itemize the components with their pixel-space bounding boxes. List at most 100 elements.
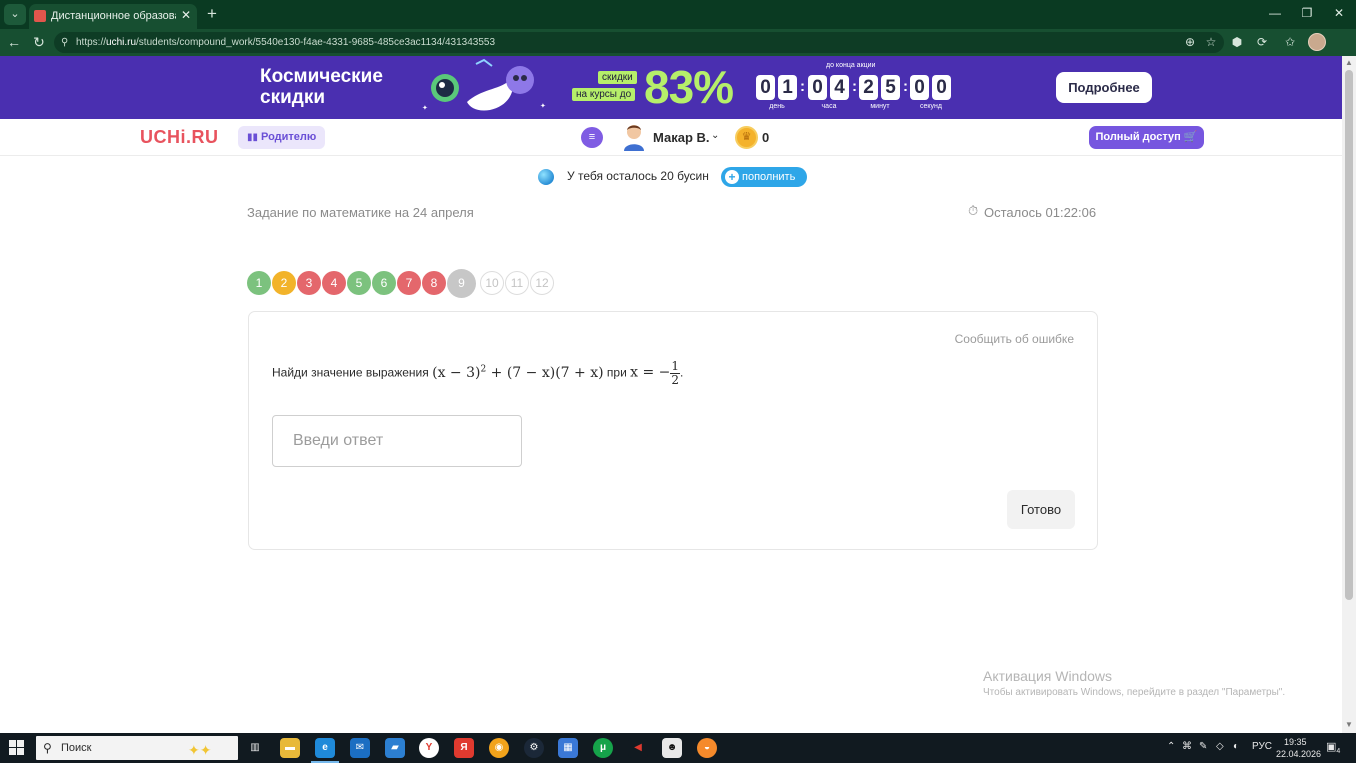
file-explorer-icon[interactable]: ▬ bbox=[280, 738, 300, 758]
collections-icon[interactable]: ⟳ bbox=[1254, 35, 1270, 49]
math-variable: x = − bbox=[630, 364, 671, 381]
tray-expand-icon[interactable]: ⌃ bbox=[1167, 741, 1175, 752]
user-name[interactable]: Макар В. bbox=[653, 130, 710, 145]
promo-tag-courses: на курсы до bbox=[572, 88, 636, 101]
question-number-button[interactable]: 10 bbox=[480, 271, 504, 295]
question-number-button[interactable]: 4 bbox=[322, 271, 346, 295]
promo-banner[interactable]: Космические скидки ✦ ✦ скидки на курсы д… bbox=[0, 56, 1342, 119]
clock-date[interactable]: 22.04.2026 bbox=[1276, 749, 1321, 759]
question-prefix: Найди значение выражения bbox=[272, 365, 429, 380]
uchi-logo[interactable]: UCHi.RU bbox=[140, 127, 219, 148]
svg-text:✦: ✦ bbox=[540, 102, 546, 110]
search-highlight-icon: ✦✦ bbox=[188, 742, 212, 758]
question-number-button[interactable]: 3 bbox=[297, 271, 321, 295]
clock-time[interactable]: 19:35 bbox=[1284, 737, 1307, 747]
yandex-browser-icon[interactable]: Y bbox=[419, 738, 439, 758]
done-button[interactable]: Готово bbox=[1007, 490, 1075, 529]
reload-icon[interactable]: ↻ bbox=[30, 34, 48, 51]
question-number-button[interactable]: 5 bbox=[347, 271, 371, 295]
store-icon[interactable]: ▰ bbox=[385, 738, 405, 758]
edge-browser-icon[interactable]: e bbox=[311, 738, 339, 763]
chrome-like-icon[interactable]: ◉ bbox=[489, 738, 509, 758]
calculator-icon[interactable]: ▦ bbox=[558, 738, 578, 758]
profile-avatar[interactable] bbox=[1308, 33, 1326, 51]
parent-button-label: Родителю bbox=[261, 131, 317, 143]
scroll-down-arrow-icon[interactable]: ▼ bbox=[1345, 720, 1353, 729]
question-number-button[interactable]: 7 bbox=[397, 271, 421, 295]
promo-title: Космические скидки bbox=[260, 66, 383, 108]
maximize-button[interactable]: ❐ bbox=[1297, 6, 1317, 20]
media-player-icon[interactable]: ◀ bbox=[628, 738, 648, 758]
full-access-button[interactable]: Полный доступ 🛒 bbox=[1089, 126, 1204, 149]
tray-pen-icon[interactable]: ✎ bbox=[1199, 741, 1207, 752]
countdown-separator: : bbox=[852, 78, 857, 95]
fraction-numerator: 1 bbox=[670, 359, 681, 374]
promo-more-button[interactable]: Подробнее bbox=[1056, 72, 1152, 103]
svg-text:✦: ✦ bbox=[422, 104, 428, 112]
chevron-down-icon[interactable]: ⌄ bbox=[711, 130, 719, 141]
refill-button[interactable]: + пополнить bbox=[721, 167, 807, 187]
new-tab-button[interactable]: + bbox=[203, 4, 221, 24]
parent-button[interactable]: ▮▮ Родителю bbox=[238, 126, 325, 149]
task-view-icon[interactable]: ▥ bbox=[245, 738, 265, 758]
windows-activation-subtitle: Чтобы активировать Windows, перейдите в … bbox=[983, 687, 1286, 698]
minimize-button[interactable]: — bbox=[1265, 6, 1285, 20]
url-host: uchi.ru bbox=[106, 37, 137, 48]
answer-input[interactable] bbox=[272, 415, 522, 467]
countdown-separator: : bbox=[903, 78, 908, 95]
favorites-bar-icon[interactable]: ✩ bbox=[1282, 35, 1298, 49]
question-number-button[interactable]: 9 bbox=[447, 269, 476, 298]
question-number-button[interactable]: 12 bbox=[530, 271, 554, 295]
countdown-unit-minutes: минут bbox=[870, 103, 890, 110]
question-number-button[interactable]: 11 bbox=[505, 271, 529, 295]
math-fraction: 12 bbox=[670, 359, 681, 387]
network-icon[interactable]: ◇ bbox=[1216, 741, 1224, 752]
tab-close-icon[interactable]: ✕ bbox=[181, 8, 191, 22]
utorrent-icon[interactable]: μ bbox=[593, 738, 613, 758]
question-number-button[interactable]: 2 bbox=[272, 271, 296, 295]
page-scrollbar[interactable]: ▲ ▼ bbox=[1342, 56, 1356, 733]
tray-app-icon[interactable]: ⌘ bbox=[1182, 741, 1192, 752]
countdown-digit: 5 bbox=[881, 75, 900, 100]
address-bar-row: ← ↻ ⚲ https://uchi.ru/students/compound_… bbox=[0, 29, 1356, 56]
browser-tab[interactable]: Дистанционное образование для ✕ bbox=[29, 4, 197, 29]
windows-start-icon[interactable] bbox=[9, 740, 25, 756]
coin-count: 0 bbox=[762, 130, 770, 145]
user-avatar[interactable] bbox=[622, 123, 646, 151]
countdown-digit: 0 bbox=[932, 75, 951, 100]
zoom-icon[interactable]: ⊕ bbox=[1182, 35, 1198, 49]
taskbar-search-box[interactable]: ⚲ Поиск ✦✦ bbox=[36, 736, 238, 760]
back-arrow-icon[interactable]: ← bbox=[5, 34, 23, 50]
favorite-star-icon[interactable]: ☆ bbox=[1203, 35, 1219, 49]
countdown-separator: : bbox=[800, 78, 805, 95]
discord-like-icon[interactable]: ☻ bbox=[662, 738, 682, 758]
outlook-icon[interactable]: ✉ bbox=[350, 738, 370, 758]
refill-label: пополнить bbox=[742, 171, 796, 183]
time-remaining: Осталось 01:22:06 bbox=[984, 205, 1097, 220]
window-close-button[interactable]: ✕ bbox=[1329, 6, 1349, 20]
expr-end: . bbox=[680, 365, 684, 380]
question-number-button[interactable]: 6 bbox=[372, 271, 396, 295]
taskbar-search-label: Поиск bbox=[61, 742, 92, 754]
question-number-button[interactable]: 8 bbox=[422, 271, 446, 295]
question-mid: при bbox=[606, 365, 627, 380]
chat-icon[interactable]: ≡ bbox=[581, 127, 603, 148]
yandex-icon[interactable]: Я bbox=[454, 738, 474, 758]
scrollbar-thumb[interactable] bbox=[1345, 70, 1353, 600]
odnoklassniki-icon[interactable]: ◒ bbox=[697, 738, 717, 758]
volume-icon[interactable]: ◐ bbox=[1233, 741, 1239, 752]
url-field[interactable]: ⚲ https://uchi.ru/students/compound_work… bbox=[54, 32, 1224, 53]
question-number-button[interactable]: 1 bbox=[247, 271, 271, 295]
site-info-icon[interactable]: ⚲ bbox=[61, 32, 68, 53]
scroll-up-arrow-icon[interactable]: ▲ bbox=[1345, 58, 1353, 67]
url-prefix: https:// bbox=[76, 37, 107, 48]
countdown-unit-hours: часа bbox=[821, 103, 837, 110]
space-cat-illustration-icon: ✦ ✦ bbox=[422, 58, 546, 112]
report-error-link[interactable]: Сообщить об ошибке bbox=[955, 332, 1074, 346]
language-indicator[interactable]: РУС bbox=[1252, 741, 1272, 752]
notification-icon[interactable]: ▣4 bbox=[1326, 740, 1342, 755]
tab-list-chevron-icon[interactable]: ⌄ bbox=[4, 4, 26, 25]
expr-part: (x − 3) bbox=[432, 364, 481, 381]
steam-icon[interactable]: ⚙ bbox=[524, 738, 544, 758]
extension-icon[interactable]: ⬢ bbox=[1229, 35, 1245, 49]
